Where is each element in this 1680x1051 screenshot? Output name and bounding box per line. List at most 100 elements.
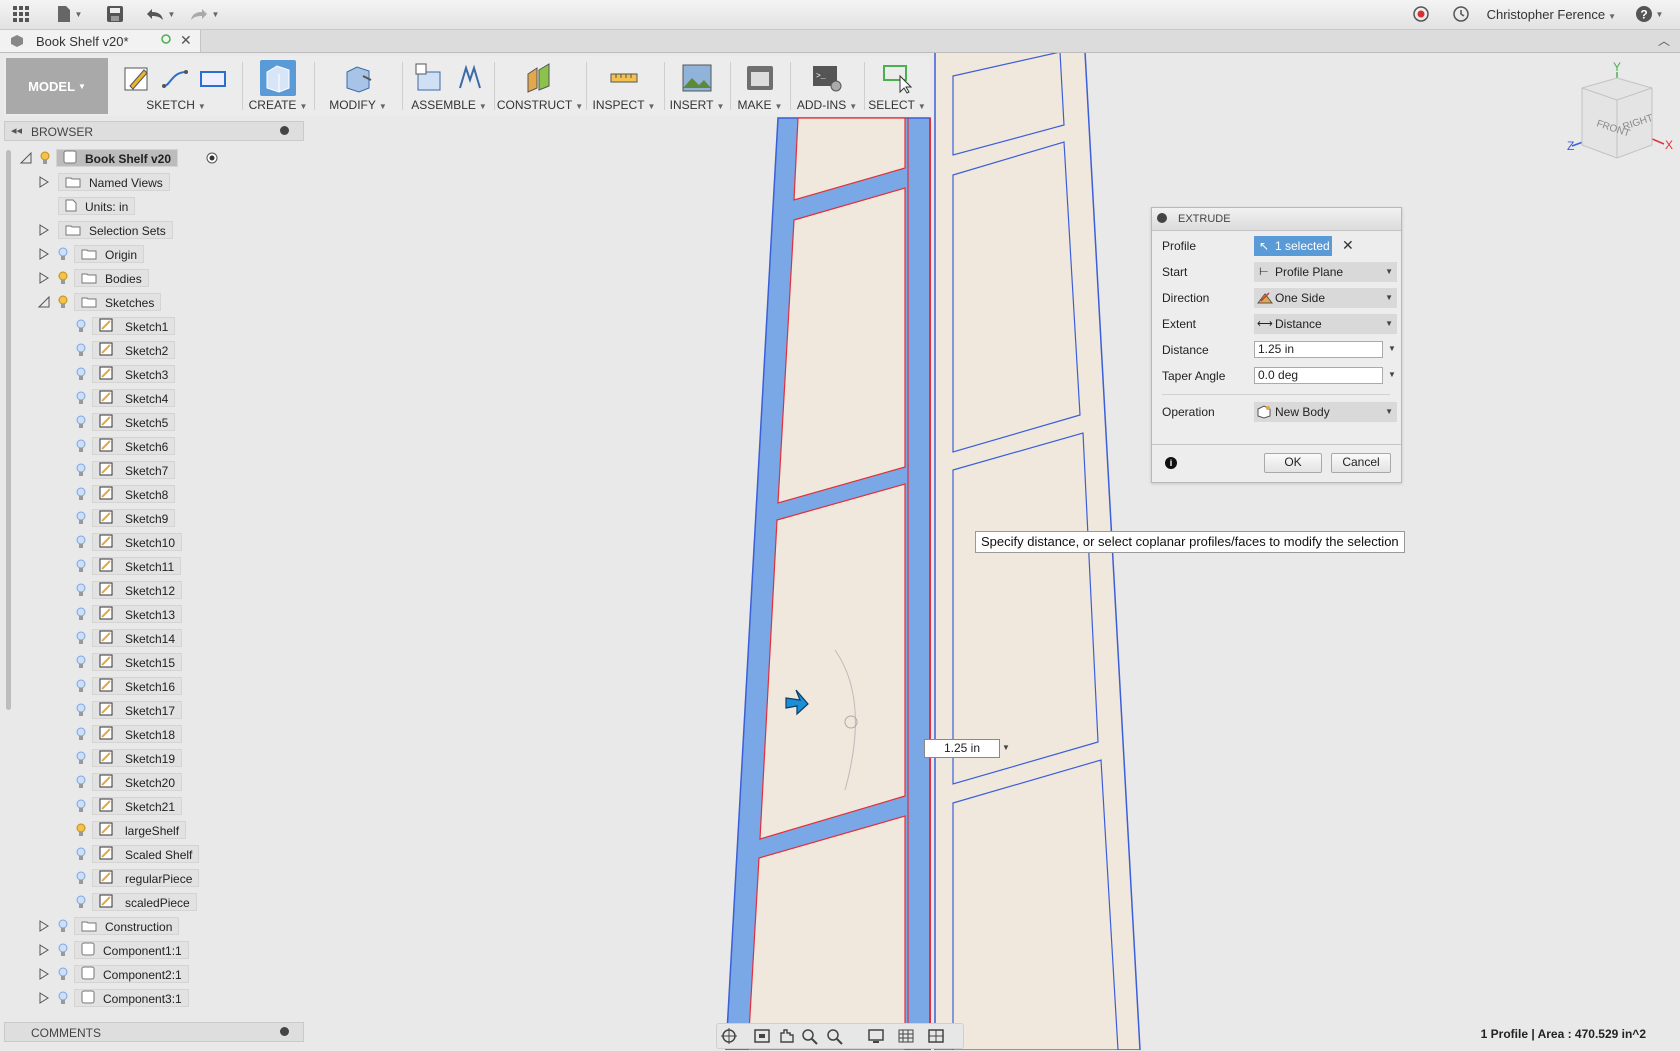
tree-node-1[interactable]: Units: in	[0, 196, 300, 216]
visibility-bulb-icon[interactable]	[76, 727, 86, 741]
visibility-bulb-icon[interactable]	[76, 823, 86, 837]
taper-angle-input[interactable]: 0.0 deg	[1254, 367, 1383, 384]
visibility-bulb-icon[interactable]	[58, 295, 68, 309]
scripts-addins-icon[interactable]: >_	[812, 62, 842, 94]
visibility-bulb-icon[interactable]	[40, 151, 50, 165]
visibility-bulb-icon[interactable]	[58, 943, 68, 957]
visibility-bulb-icon[interactable]	[76, 535, 86, 549]
view-cube[interactable]: Y Z X FRONT RIGHT	[1560, 60, 1680, 170]
offset-plane-icon[interactable]	[525, 62, 555, 94]
insert-image-icon[interactable]	[682, 62, 712, 94]
visibility-bulb-icon[interactable]	[76, 607, 86, 621]
clear-selection-icon[interactable]: ✕	[1342, 237, 1354, 254]
visibility-bulb-icon[interactable]	[76, 487, 86, 501]
workspace-switcher-button[interactable]: MODEL ▼	[6, 58, 108, 114]
joint-icon[interactable]	[454, 62, 484, 94]
select-cursor-icon[interactable]	[882, 62, 912, 94]
tree-sketch-19[interactable]: Sketch20	[0, 772, 300, 792]
job-status-clock-icon[interactable]	[1450, 4, 1472, 24]
profile-selection-button[interactable]: ↖ 1 selected	[1254, 236, 1332, 256]
extrude-dialog-header[interactable]: EXTRUDE	[1152, 208, 1401, 231]
press-pull-icon[interactable]	[343, 62, 373, 94]
tree-sketch-1[interactable]: Sketch2	[0, 340, 300, 360]
tree-sketch-9[interactable]: Sketch10	[0, 532, 300, 552]
3d-print-icon[interactable]	[745, 62, 775, 94]
tree-sketch-18[interactable]: Sketch19	[0, 748, 300, 768]
tree-sketch-2[interactable]: Sketch3	[0, 364, 300, 384]
pan-hand-icon[interactable]	[780, 1029, 794, 1043]
line-tool-icon[interactable]	[160, 62, 190, 94]
activate-radio-icon[interactable]	[206, 152, 218, 167]
fit-zoom-icon[interactable]	[827, 1029, 843, 1045]
collapse-dialog-icon[interactable]	[1157, 213, 1167, 223]
tree-sketch-22[interactable]: Scaled Shelf	[0, 844, 300, 864]
tree-sketch-5[interactable]: Sketch6	[0, 436, 300, 456]
tree-bottom-node-1[interactable]: Component1:1	[0, 940, 300, 960]
tree-node-3[interactable]: Origin	[0, 244, 300, 264]
tree-sketch-7[interactable]: Sketch8	[0, 484, 300, 504]
minimize-panel-icon[interactable]	[280, 126, 289, 135]
visibility-bulb-icon[interactable]	[76, 511, 86, 525]
tree-sketch-24[interactable]: scaledPiece	[0, 892, 300, 912]
add-comment-icon[interactable]	[280, 1027, 289, 1036]
grid-settings-icon[interactable]	[898, 1029, 914, 1043]
sketch-group[interactable]: SKETCH ▼	[114, 56, 238, 116]
visibility-bulb-icon[interactable]	[58, 919, 68, 933]
tree-node-2[interactable]: Selection Sets	[0, 220, 300, 240]
visibility-bulb-icon[interactable]	[76, 559, 86, 573]
tree-bottom-node-3[interactable]: Component3:1	[0, 988, 300, 1008]
inspect-group[interactable]: INSPECT ▼	[588, 56, 660, 116]
visibility-bulb-icon[interactable]	[76, 631, 86, 645]
tree-node-0[interactable]: Named Views	[0, 172, 300, 192]
construct-group[interactable]: CONSTRUCT ▼	[496, 56, 584, 116]
close-tab-icon[interactable]: ✕	[180, 32, 192, 49]
select-group[interactable]: SELECT ▼	[866, 56, 928, 116]
measure-icon[interactable]	[609, 62, 639, 94]
orbit-icon[interactable]	[721, 1028, 737, 1044]
distance-options-chevron-icon[interactable]: ▼	[1388, 344, 1396, 353]
tree-sketch-16[interactable]: Sketch17	[0, 700, 300, 720]
tree-sketch-12[interactable]: Sketch13	[0, 604, 300, 624]
visibility-bulb-icon[interactable]	[76, 751, 86, 765]
visibility-bulb-icon[interactable]	[58, 991, 68, 1005]
tree-sketch-21[interactable]: largeShelf	[0, 820, 300, 840]
make-group[interactable]: MAKE ▼	[732, 56, 788, 116]
tree-node-5[interactable]: Sketches	[0, 292, 300, 312]
new-component-icon[interactable]	[414, 62, 444, 94]
visibility-bulb-icon[interactable]	[58, 271, 68, 285]
tree-root-document[interactable]: Book Shelf v20	[0, 148, 300, 168]
tree-sketch-0[interactable]: Sketch1	[0, 316, 300, 336]
visibility-bulb-icon[interactable]	[76, 439, 86, 453]
tree-sketch-11[interactable]: Sketch12	[0, 580, 300, 600]
cancel-button[interactable]: Cancel	[1331, 453, 1391, 473]
visibility-bulb-icon[interactable]	[76, 679, 86, 693]
canvas-distance-input[interactable]: 1.25 in	[924, 739, 1000, 758]
help-icon[interactable]: ? ▼	[1632, 4, 1666, 24]
visibility-bulb-icon[interactable]	[58, 247, 68, 261]
user-account-menu[interactable]: Christopher Ference ▼	[1487, 7, 1616, 22]
visibility-bulb-icon[interactable]	[76, 703, 86, 717]
tree-sketch-17[interactable]: Sketch18	[0, 724, 300, 744]
look-at-icon[interactable]	[754, 1029, 770, 1043]
visibility-bulb-icon[interactable]	[76, 415, 86, 429]
visibility-bulb-icon[interactable]	[58, 967, 68, 981]
ok-button[interactable]: OK	[1264, 453, 1322, 473]
visibility-bulb-icon[interactable]	[76, 655, 86, 669]
extrude-icon[interactable]	[263, 62, 293, 94]
file-menu-icon[interactable]: ▼	[54, 4, 84, 24]
start-dropdown[interactable]: ⊢ Profile Plane ▼	[1254, 262, 1397, 282]
document-tab[interactable]: Book Shelf v20* ✕	[0, 30, 201, 52]
visibility-bulb-icon[interactable]	[76, 391, 86, 405]
tree-sketch-23[interactable]: regularPiece	[0, 868, 300, 888]
info-icon[interactable]: i	[1165, 457, 1177, 469]
create-group[interactable]: CREATE ▼	[246, 56, 310, 116]
visibility-bulb-icon[interactable]	[76, 775, 86, 789]
collapse-panel-icon[interactable]: ◂◂	[11, 124, 22, 137]
create-sketch-icon[interactable]	[122, 62, 152, 94]
visibility-bulb-icon[interactable]	[76, 367, 86, 381]
visibility-bulb-icon[interactable]	[76, 847, 86, 861]
tree-sketch-15[interactable]: Sketch16	[0, 676, 300, 696]
tree-sketch-10[interactable]: Sketch11	[0, 556, 300, 576]
tree-bottom-node-2[interactable]: Component2:1	[0, 964, 300, 984]
tree-sketch-3[interactable]: Sketch4	[0, 388, 300, 408]
